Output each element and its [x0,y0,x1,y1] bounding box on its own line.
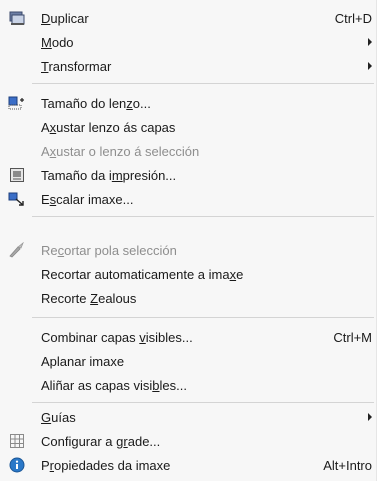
menu-item-axustar-lenzo-capas[interactable]: Axustar lenzo ás capas [0,115,377,139]
grid-icon [8,433,25,449]
menu-item-label: Transformar [41,58,112,74]
menu-item-label: Combinar capas visibles... [41,329,193,345]
crop-knife-icon [8,242,25,258]
menu-item-escalar-imaxe[interactable]: Escalar imaxe... [0,187,377,211]
menu-item-label: Axustar lenzo ás capas [41,119,176,135]
menu-item-recortar-seleccion[interactable]: Recortar pola selección [0,238,377,262]
shortcut-label: Ctrl+D [334,10,372,26]
separator [32,402,374,403]
menu-item-propiedades-imaxe[interactable]: Propiedades da imaxe Alt+Intro [0,453,377,477]
menu-item-transformar[interactable]: Transformar [0,54,377,78]
image-context-menu: Duplicar Ctrl+D Modo Transformar Tamaño … [0,0,377,481]
menu-item-label: Recortar pola selección [41,242,177,258]
menu-item-modo[interactable]: Modo [0,30,377,54]
info-icon [8,457,25,473]
menu-item-label: Configurar a grade... [41,433,161,449]
menu-item-recorte-zealous[interactable]: Recorte Zealous [0,286,377,310]
menu-item-alinar-capas[interactable]: Aliñar as capas visibles... [0,373,377,397]
print-size-icon [8,167,25,183]
canvas-size-icon [8,95,25,111]
menu-item-label: Guías [41,409,76,425]
menu-item-guias[interactable]: Guías [0,405,377,429]
menu-item-label: Modo [41,34,74,50]
menu-item-label: Propiedades da imaxe [41,457,171,473]
menu-item-label: Tamaño da impresión... [41,167,177,183]
menu-item-label: Recorte Zealous [41,290,137,306]
menu-item-tamano-impresion[interactable]: Tamaño da impresión... [0,163,377,187]
menu-item-recortar-automaticamente[interactable]: Recortar automaticamente a imaxe [0,262,377,286]
shortcut-label: Alt+Intro [323,457,372,473]
separator [32,83,374,84]
menu-item-label: Duplicar [41,10,89,26]
submenu-arrow-icon [368,413,372,421]
duplicate-image-icon [8,10,25,26]
menu-item-label: Escalar imaxe... [41,191,134,207]
menu-item-duplicar[interactable]: Duplicar Ctrl+D [0,6,377,30]
menu-item-tamano-lenzo[interactable]: Tamaño do lenzo... [0,91,377,115]
scale-image-icon [8,191,25,207]
menu-item-label: Aplanar imaxe [41,353,125,369]
shortcut-label: Ctrl+M [333,329,372,345]
menu-item-label: Aliñar as capas visibles... [41,377,187,393]
separator [32,317,374,318]
menu-item-aplanar-imaxe[interactable]: Aplanar imaxe [0,349,377,373]
menu-item-axustar-lenzo-seleccion[interactable]: Axustar o lenzo á selección [0,139,377,163]
menu-item-label: Recortar automaticamente a imaxe [41,266,244,282]
menu-item-label: Tamaño do lenzo... [41,95,151,111]
menu-item-configurar-grade[interactable]: Configurar a grade... [0,429,377,453]
menu-item-combinar-capas[interactable]: Combinar capas visibles... Ctrl+M [0,325,377,349]
submenu-arrow-icon [368,38,372,46]
menu-item-label: Axustar o lenzo á selección [41,143,200,159]
submenu-arrow-icon [368,62,372,70]
separator [32,216,374,217]
